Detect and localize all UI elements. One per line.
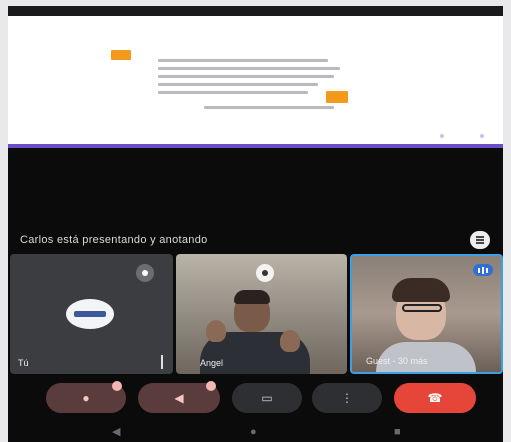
participant-tile-you[interactable]: Tú <box>10 254 173 374</box>
camera-off-icon: ◀ <box>174 391 184 405</box>
more-vert-icon: ⋮ <box>341 391 353 405</box>
captions-button[interactable]: ▭ <box>232 383 302 413</box>
slide-border <box>8 144 503 148</box>
mic-button[interactable]: ● <box>46 381 126 413</box>
participant-tile-guest[interactable]: Guest - 30 más <box>350 254 503 374</box>
slide-text-line <box>158 67 340 70</box>
slide-text-line <box>158 91 308 94</box>
participant-video <box>280 330 300 352</box>
alert-badge <box>112 381 122 391</box>
slide-text-line <box>158 75 334 78</box>
participant-name: Tú <box>18 358 29 368</box>
slide-marker <box>440 134 444 138</box>
slide-tag <box>326 91 348 103</box>
participant-video <box>234 290 270 304</box>
presenting-status: Carlos está presentando y anotando <box>20 234 208 246</box>
pin-icon[interactable] <box>136 264 154 282</box>
participant-video <box>206 320 226 342</box>
participant-video <box>402 304 442 312</box>
end-call-button[interactable]: ☎ <box>394 383 476 413</box>
system-nav-bar: ◀ ● ■ <box>8 422 503 442</box>
status-bar <box>8 6 503 16</box>
slide-text-line <box>158 59 328 62</box>
audio-level-icon <box>473 264 493 276</box>
phone-screen: Carlos está presentando y anotando Tú An… <box>8 6 503 442</box>
alert-badge <box>206 381 216 391</box>
camera-button[interactable]: ◀ <box>138 381 220 413</box>
participant-tile-angel[interactable]: Angel <box>176 254 347 374</box>
avatar <box>66 299 114 329</box>
call-end-icon: ☎ <box>427 391 443 405</box>
shared-slide <box>8 16 503 144</box>
more-options-button[interactable] <box>470 231 490 249</box>
slide-text-line <box>204 106 334 109</box>
slide-marker <box>480 134 484 138</box>
screen: Carlos está presentando y anotando Tú An… <box>0 0 511 442</box>
more-vert-icon <box>476 239 484 241</box>
slide-text-line <box>158 83 318 86</box>
more-vert-icon[interactable] <box>161 358 163 366</box>
participant-name: Guest - 30 más <box>366 356 428 366</box>
captions-icon: ▭ <box>261 391 273 405</box>
recents-nav-icon[interactable]: ■ <box>394 426 401 438</box>
back-nav-icon[interactable]: ◀ <box>112 426 120 438</box>
participant-video <box>392 278 450 302</box>
mic-off-icon: ● <box>82 391 90 405</box>
call-controls: ● ◀ ▭ ⋮ ☎ <box>8 378 503 418</box>
pin-icon[interactable] <box>256 264 274 282</box>
more-controls-button[interactable]: ⋮ <box>312 383 382 413</box>
home-nav-icon[interactable]: ● <box>250 426 257 438</box>
slide-tag <box>111 50 131 60</box>
participant-name: Angel <box>200 358 224 368</box>
